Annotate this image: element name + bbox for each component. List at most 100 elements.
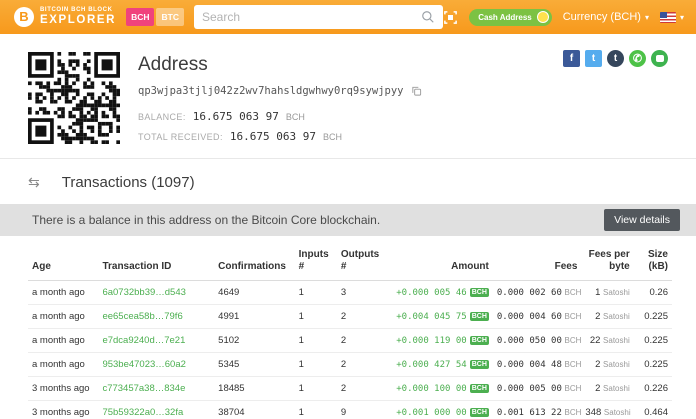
- col-header-outputs: Outputs #: [337, 240, 387, 281]
- tx-age: 3 months ago: [28, 401, 98, 419]
- top-bar: B BITCOIN BCH BLOCK EXPLORER BCH BTC Cas…: [0, 0, 696, 34]
- chain-toggle: BCH BTC: [126, 8, 184, 26]
- tx-fees: 0.000 004 48: [497, 360, 562, 370]
- bch-toggle-button[interactable]: BCH: [126, 8, 154, 26]
- twitter-icon[interactable]: t: [585, 50, 602, 67]
- language-dropdown[interactable]: ▾: [660, 12, 684, 23]
- tx-age: a month ago: [28, 329, 98, 353]
- tx-fees-per-byte: 348: [585, 407, 601, 418]
- tx-fees-per-byte-unit: Satoshi: [603, 360, 630, 369]
- transaction-id-link[interactable]: c773457a38…834e: [102, 383, 185, 394]
- bch-badge: BCH: [470, 384, 489, 393]
- transactions-title: Transactions (1097): [62, 174, 195, 191]
- tx-amount: +0.000 005 46: [396, 288, 466, 298]
- tx-outputs: 2: [337, 353, 387, 377]
- col-header-age: Age: [28, 240, 98, 281]
- search-box: [194, 5, 443, 29]
- transactions-table: Age Transaction ID Confirmations Inputs …: [28, 240, 672, 419]
- tx-fees: 0.000 004 60: [497, 312, 562, 322]
- bch-badge: BCH: [470, 288, 489, 297]
- bitcoin-coin-icon: B: [14, 7, 34, 27]
- table-header-row: Age Transaction ID Confirmations Inputs …: [28, 240, 672, 281]
- tx-confirmations: 18485: [214, 377, 295, 401]
- cash-address-toggle[interactable]: Cash Address: [469, 9, 552, 26]
- tx-size: 0.464: [634, 401, 672, 419]
- transaction-row: 3 months ago 75b59322a0…32fa 3870419 +0.001…: [28, 401, 672, 419]
- balance-value: 16.675 063 97: [193, 110, 279, 123]
- logo-line1: BITCOIN BCH BLOCK: [40, 7, 116, 14]
- tx-inputs: 1: [295, 401, 337, 419]
- bch-badge: BCH: [470, 336, 489, 345]
- chevron-down-icon: ▾: [645, 13, 649, 22]
- tx-inputs: 1: [295, 353, 337, 377]
- tx-fees-per-byte-unit: Satoshi: [604, 408, 631, 417]
- currency-dropdown[interactable]: Currency (BCH) ▾: [563, 11, 649, 23]
- search-icon[interactable]: [421, 10, 435, 24]
- tx-outputs: 2: [337, 305, 387, 329]
- tx-age: a month ago: [28, 281, 98, 305]
- col-header-fees-per-byte: Fees per byte: [581, 240, 633, 281]
- facebook-icon[interactable]: f: [563, 50, 580, 67]
- whatsapp-icon[interactable]: ✆: [629, 50, 646, 67]
- transaction-id-link[interactable]: 6a0732bb39…d543: [102, 287, 185, 298]
- tx-outputs: 3: [337, 281, 387, 305]
- tx-outputs: 2: [337, 377, 387, 401]
- tx-size: 0.225: [634, 329, 672, 353]
- transaction-row: 3 months agoc773457a38…834e1848512+0.000…: [28, 377, 672, 401]
- notice-text: There is a balance in this address on th…: [32, 213, 380, 227]
- tx-outputs: 9: [337, 401, 387, 419]
- header-right-tools: Cash Address Currency (BCH) ▾ ▾: [443, 9, 684, 26]
- tx-age: a month ago: [28, 353, 98, 377]
- qr-scan-icon[interactable]: [443, 10, 458, 25]
- tx-confirmations: 4991: [214, 305, 295, 329]
- tx-fees-per-byte-unit: Satoshi: [603, 336, 630, 345]
- tx-confirmations: 4649: [214, 281, 295, 305]
- view-details-button[interactable]: View details: [604, 209, 680, 231]
- address-value: qp3wjpa3tjlj042z2wv7hahsldgwhwy0rq9sywjp…: [138, 85, 404, 97]
- transaction-id-link[interactable]: ee65cea58b…79f6: [102, 311, 182, 322]
- tumblr-icon[interactable]: t: [607, 50, 624, 67]
- tx-size: 0.225: [634, 305, 672, 329]
- col-header-inputs: Inputs #: [295, 240, 337, 281]
- bch-badge: BCH: [470, 312, 489, 321]
- transaction-id-link[interactable]: e7dca9240d…7e21: [102, 335, 185, 346]
- tx-confirmations: 38704: [214, 401, 295, 419]
- search-input[interactable]: [202, 10, 421, 24]
- col-header-amount: Amount: [387, 240, 493, 281]
- transaction-id-link[interactable]: 953be47023…60a2: [102, 359, 185, 370]
- address-info: Address qp3wjpa3tjlj042z2wv7hahsldgwhwy0…: [138, 52, 422, 150]
- site-logo[interactable]: B BITCOIN BCH BLOCK EXPLORER: [14, 7, 116, 27]
- tx-fees-unit: BCH: [565, 360, 582, 369]
- copy-address-icon[interactable]: [411, 85, 422, 97]
- col-header-size: Size (kB): [634, 240, 672, 281]
- total-received-value: 16.675 063 97: [230, 130, 316, 143]
- tx-amount: +0.001 000 00: [396, 408, 466, 418]
- tx-fees-per-byte-unit: Satoshi: [603, 288, 630, 297]
- tx-confirmations: 5345: [214, 353, 295, 377]
- toggle-knob: [537, 11, 549, 23]
- tx-amount: +0.000 427 54: [396, 360, 466, 370]
- total-received-unit: BCH: [323, 132, 342, 142]
- tx-fees-unit: BCH: [565, 288, 582, 297]
- balance-label: BALANCE:: [138, 112, 186, 122]
- transaction-row: a month ago 953be47023…60a2 534512 +0.000 4…: [28, 353, 672, 377]
- tx-amount: +0.000 119 00: [396, 336, 466, 346]
- wechat-icon[interactable]: [651, 50, 668, 67]
- tx-fees-per-byte: 1: [595, 287, 600, 298]
- transaction-id-link[interactable]: 75b59322a0…32fa: [102, 407, 183, 418]
- bch-badge: BCH: [470, 408, 489, 417]
- transaction-row: a month ago 6a0732bb39…d543 4649 1 3 +0.000 0…: [28, 281, 672, 305]
- tx-fees: 0.000 002 60: [497, 288, 562, 298]
- btc-toggle-button[interactable]: BTC: [156, 8, 183, 26]
- cash-address-label: Cash Address: [478, 13, 532, 22]
- address-section: Address qp3wjpa3tjlj042z2wv7hahsldgwhwy0…: [0, 34, 696, 158]
- bch-badge: BCH: [470, 360, 489, 369]
- transactions-arrows-icon: ⇆: [28, 174, 40, 191]
- tx-fees-unit: BCH: [565, 384, 582, 393]
- tx-fees: 0.000 050 00: [497, 336, 562, 346]
- page-title: Address: [138, 54, 422, 76]
- qr-code: [28, 52, 120, 144]
- tx-inputs: 1: [295, 377, 337, 401]
- tx-size: 0.225: [634, 353, 672, 377]
- tx-outputs: 2: [337, 329, 387, 353]
